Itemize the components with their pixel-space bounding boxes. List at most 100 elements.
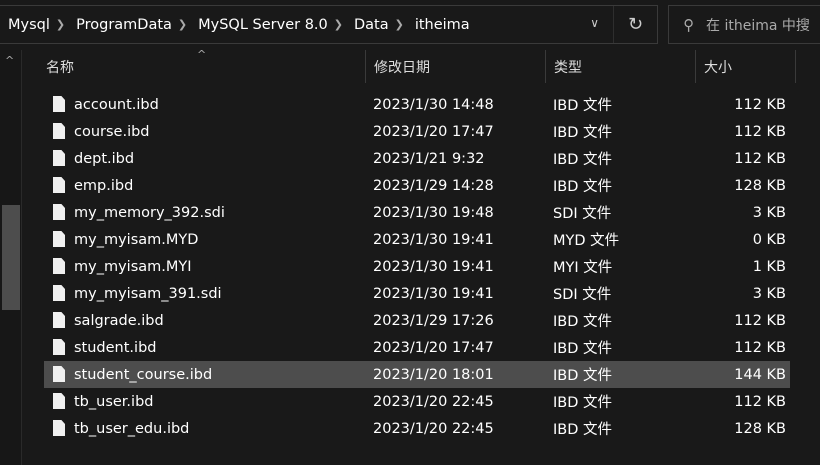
- file-icon: [53, 231, 65, 247]
- file-name: dept.ibd: [74, 150, 135, 167]
- chevron-right-icon[interactable]: ❯: [332, 18, 345, 31]
- column-header-date[interactable]: 修改日期: [366, 50, 546, 83]
- breadcrumb-mysql-server[interactable]: MySQL Server 8.0: [189, 17, 332, 33]
- file-icon: [53, 96, 65, 112]
- column-type-label: 类型: [554, 59, 582, 76]
- file-date: 2023/1/29 14:28: [373, 177, 494, 194]
- vertical-scrollbar[interactable]: ^: [0, 50, 22, 465]
- column-header-name[interactable]: 名称: [38, 50, 366, 83]
- file-row[interactable]: my_myisam.MYI 2023/1/30 19:41 MYI 文件 1 K…: [44, 253, 790, 280]
- file-size: 128 KB: [734, 177, 786, 194]
- file-name: my_myisam.MYI: [74, 258, 192, 275]
- search-icon: ⚲: [683, 15, 694, 34]
- chevron-right-icon[interactable]: ❯: [393, 18, 406, 31]
- scrollbar-thumb[interactable]: [2, 205, 20, 310]
- breadcrumb-mysql[interactable]: Mysql: [0, 17, 54, 33]
- file-type: IBD 文件: [553, 314, 612, 330]
- file-name: salgrade.ibd: [74, 312, 164, 329]
- file-icon: [53, 150, 65, 166]
- file-type: MYD 文件: [553, 233, 620, 249]
- file-size: 112 KB: [734, 312, 786, 329]
- column-size-label: 大小: [704, 59, 732, 76]
- file-name: account.ibd: [74, 96, 159, 113]
- column-name-label: 名称: [46, 59, 74, 76]
- file-type: IBD 文件: [553, 179, 612, 195]
- file-date: 2023/1/20 17:47: [373, 123, 494, 140]
- file-size: 144 KB: [734, 366, 786, 383]
- file-name: my_myisam_391.sdi: [74, 285, 222, 302]
- chevron-right-icon[interactable]: ❯: [176, 18, 189, 31]
- file-date: 2023/1/20 22:45: [373, 420, 494, 437]
- file-type: SDI 文件: [553, 287, 612, 303]
- file-type: IBD 文件: [553, 422, 612, 438]
- file-type: SDI 文件: [553, 206, 612, 222]
- file-row[interactable]: course.ibd 2023/1/20 17:47 IBD 文件 112 KB: [44, 118, 790, 145]
- column-date-label: 修改日期: [374, 59, 430, 76]
- address-bar[interactable]: Mysql ❯ ProgramData ❯ MySQL Server 8.0 ❯ Da…: [0, 5, 658, 44]
- file-date: 2023/1/30 14:48: [373, 96, 494, 113]
- file-type: IBD 文件: [553, 341, 612, 357]
- file-icon: [53, 339, 65, 355]
- file-icon: [53, 204, 65, 220]
- file-icon: [53, 312, 65, 328]
- file-size: 112 KB: [734, 96, 786, 113]
- file-size: 112 KB: [734, 150, 786, 167]
- file-name: tb_user_edu.ibd: [74, 420, 190, 437]
- file-icon: [53, 177, 65, 193]
- file-size: 1 KB: [752, 258, 786, 275]
- file-name: student.ibd: [74, 339, 157, 356]
- file-name: emp.ibd: [74, 177, 134, 194]
- file-icon: [53, 258, 65, 274]
- file-icon: [53, 285, 65, 301]
- refresh-icon[interactable]: ↻: [613, 6, 657, 43]
- file-icon: [53, 420, 65, 436]
- file-row[interactable]: tb_user_edu.ibd 2023/1/20 22:45 IBD 文件 1…: [44, 415, 790, 442]
- column-header: ^ 名称 修改日期 类型 大小: [22, 48, 820, 83]
- search-input[interactable]: ⚲ 在 itheima 中搜: [668, 5, 820, 44]
- file-date: 2023/1/29 17:26: [373, 312, 494, 329]
- file-list: account.ibd 2023/1/30 14:48 IBD 文件 112 K…: [44, 91, 790, 442]
- breadcrumb-data[interactable]: Data: [345, 17, 393, 33]
- file-size: 3 KB: [752, 285, 786, 302]
- file-row[interactable]: my_myisam.MYD 2023/1/30 19:41 MYD 文件 0 K…: [44, 226, 790, 253]
- file-type: IBD 文件: [553, 98, 612, 114]
- file-date: 2023/1/30 19:41: [373, 231, 494, 248]
- file-size: 112 KB: [734, 339, 786, 356]
- file-size: 112 KB: [734, 393, 786, 410]
- file-icon: [53, 123, 65, 139]
- file-row[interactable]: student_course.ibd 2023/1/20 18:01 IBD 文…: [44, 361, 790, 388]
- file-date: 2023/1/21 9:32: [373, 150, 485, 167]
- file-row[interactable]: salgrade.ibd 2023/1/29 17:26 IBD 文件 112 …: [44, 307, 790, 334]
- column-header-size[interactable]: 大小: [696, 50, 796, 83]
- file-row[interactable]: dept.ibd 2023/1/21 9:32 IBD 文件 112 KB: [44, 145, 790, 172]
- file-name: my_memory_392.sdi: [74, 204, 225, 221]
- column-header-type[interactable]: 类型: [546, 50, 696, 83]
- file-name: tb_user.ibd: [74, 393, 154, 410]
- file-row[interactable]: my_memory_392.sdi 2023/1/30 19:48 SDI 文件…: [44, 199, 790, 226]
- file-date: 2023/1/20 18:01: [373, 366, 494, 383]
- breadcrumb-itheima[interactable]: itheima: [406, 17, 474, 33]
- file-type: IBD 文件: [553, 368, 612, 384]
- chevron-down-icon[interactable]: ∨: [590, 16, 599, 30]
- file-date: 2023/1/30 19:41: [373, 285, 494, 302]
- scroll-up-icon[interactable]: ^: [5, 54, 14, 67]
- file-type: IBD 文件: [553, 395, 612, 411]
- file-date: 2023/1/20 22:45: [373, 393, 494, 410]
- file-name: course.ibd: [74, 123, 150, 140]
- file-row[interactable]: tb_user.ibd 2023/1/20 22:45 IBD 文件 112 K…: [44, 388, 790, 415]
- file-row[interactable]: emp.ibd 2023/1/29 14:28 IBD 文件 128 KB: [44, 172, 790, 199]
- file-type: IBD 文件: [553, 152, 612, 168]
- file-icon: [53, 393, 65, 409]
- file-date: 2023/1/30 19:48: [373, 204, 494, 221]
- file-size: 3 KB: [752, 204, 786, 221]
- file-icon: [53, 366, 65, 382]
- file-type: MYI 文件: [553, 260, 613, 276]
- search-placeholder: 在 itheima 中搜: [706, 17, 810, 34]
- chevron-right-icon[interactable]: ❯: [54, 18, 67, 31]
- file-name: student_course.ibd: [74, 366, 213, 383]
- file-row[interactable]: account.ibd 2023/1/30 14:48 IBD 文件 112 K…: [44, 91, 790, 118]
- file-row[interactable]: student.ibd 2023/1/20 17:47 IBD 文件 112 K…: [44, 334, 790, 361]
- file-size: 0 KB: [752, 231, 786, 248]
- file-row[interactable]: my_myisam_391.sdi 2023/1/30 19:41 SDI 文件…: [44, 280, 790, 307]
- breadcrumb-programdata[interactable]: ProgramData: [67, 17, 176, 33]
